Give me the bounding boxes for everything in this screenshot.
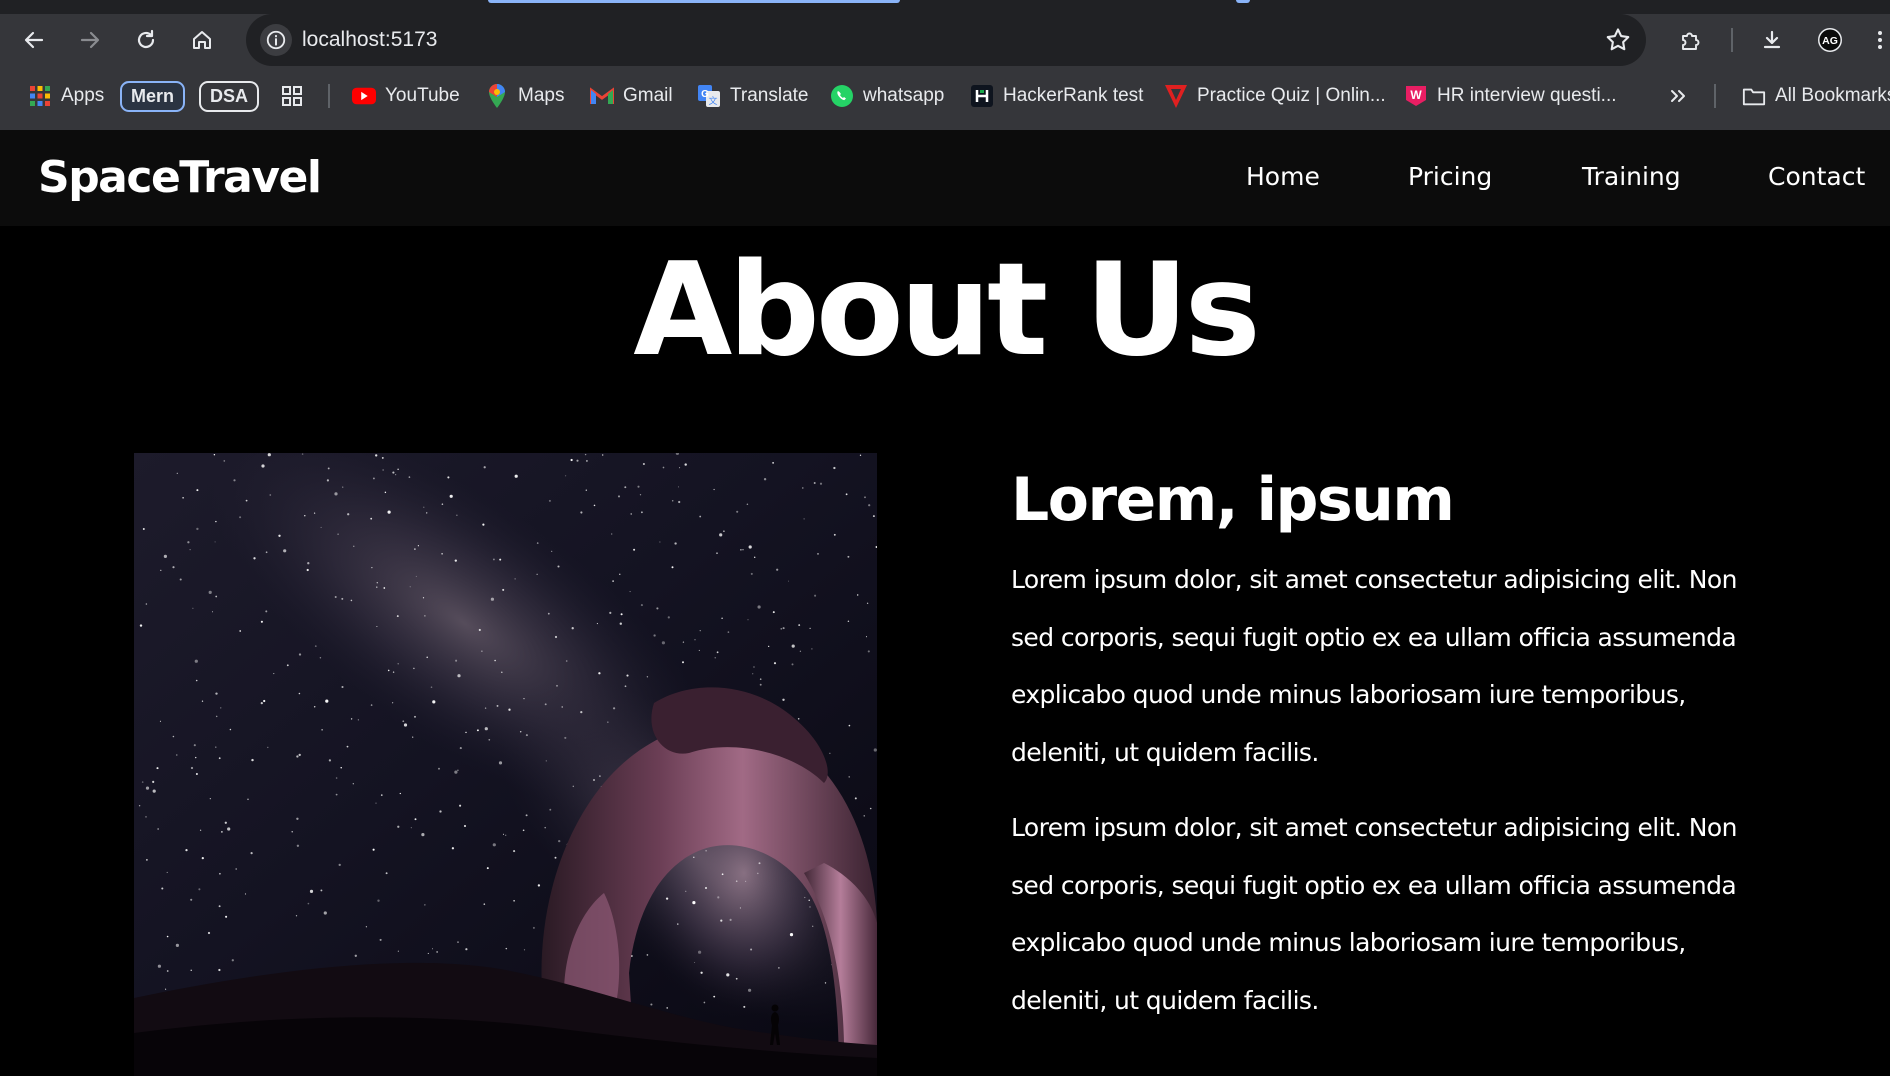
- bookmark-hackerrank[interactable]: HackerRank test: [970, 80, 1143, 112]
- bookmarks-overflow-button[interactable]: [1666, 80, 1690, 112]
- bookmark-practice-quiz[interactable]: Practice Quiz | Onlin...: [1164, 80, 1386, 112]
- puzzle-icon: [1682, 32, 1700, 50]
- reload-button[interactable]: [128, 22, 164, 58]
- url-text[interactable]: localhost:5173: [302, 28, 437, 52]
- download-icon: [1763, 30, 1781, 49]
- bookmark-label: whatsapp: [863, 85, 945, 106]
- about-text-column: Lorem, ipsum Lorem ipsum dolor, sit amet…: [1011, 465, 1771, 1047]
- translate-icon: G文: [697, 84, 721, 108]
- hackerrank-icon: [970, 84, 994, 108]
- star-icon: [1606, 28, 1630, 51]
- bookmark-apps[interactable]: Apps: [28, 80, 104, 112]
- maps-pin-icon: [485, 84, 509, 108]
- bookmark-hr-interview[interactable]: W HR interview questi...: [1404, 80, 1617, 112]
- nav-link-pricing[interactable]: Pricing: [1408, 162, 1492, 191]
- svg-text:文: 文: [708, 95, 717, 106]
- profile-button[interactable]: AG: [1812, 22, 1848, 58]
- tab-strip[interactable]: [0, 0, 1890, 14]
- toolbar-divider: [1731, 28, 1733, 52]
- folder-icon: [1742, 84, 1766, 108]
- bookmark-star-button[interactable]: [1604, 26, 1632, 58]
- bookmark-gmail[interactable]: Gmail: [590, 80, 673, 112]
- tab-indicator: [1236, 0, 1250, 3]
- browser-chrome: localhost:5173 AG Apps Mern DSA YouTube …: [0, 0, 1890, 130]
- bookmark-all-bookmarks[interactable]: All Bookmarks: [1742, 80, 1890, 112]
- bookmark-label: HR interview questi...: [1437, 85, 1617, 106]
- arrow-left-icon: [24, 31, 44, 49]
- whatsapp-icon: [830, 84, 854, 108]
- arrow-right-icon: [80, 31, 100, 49]
- bookmark-maps[interactable]: Maps: [485, 80, 564, 112]
- info-icon: [266, 30, 286, 50]
- hr-interview-icon: W: [1404, 84, 1428, 108]
- avatar: AG: [1818, 28, 1842, 52]
- bookmarks-bar: Apps Mern DSA YouTube Maps Gmail G 文 Tra…: [0, 74, 1890, 118]
- apps-grid-icon: [28, 84, 52, 108]
- bookmark-folder-dsa[interactable]: DSA: [199, 81, 260, 112]
- page-title: About Us: [633, 236, 1261, 385]
- home-button[interactable]: [184, 22, 220, 58]
- more-vertical-icon: [1878, 31, 1882, 49]
- bookmark-label: Translate: [730, 85, 809, 106]
- bookmark-label: Apps: [61, 85, 105, 106]
- bookmark-translate[interactable]: G文 Translate: [697, 80, 809, 112]
- active-tab-indicator: [488, 0, 900, 3]
- bookmark-grid[interactable]: [280, 80, 304, 112]
- site-logo[interactable]: SpaceTravel: [38, 152, 322, 203]
- browser-menu-button[interactable]: [1870, 22, 1890, 58]
- bookmark-whatsapp[interactable]: whatsapp: [830, 80, 944, 112]
- bookmark-label: Maps: [518, 85, 565, 106]
- svg-text:AG: AG: [1822, 35, 1838, 47]
- bookmark-divider: [1714, 84, 1716, 108]
- extensions-button[interactable]: [1672, 22, 1708, 58]
- section-heading: Lorem, ipsum: [1011, 465, 1455, 535]
- bookmark-divider: [328, 84, 330, 108]
- grid-icon: [280, 84, 304, 108]
- about-paragraph-2: Lorem ipsum dolor, sit amet consectetur …: [1011, 813, 1737, 1015]
- practice-quiz-icon: [1164, 84, 1188, 108]
- svg-text:W: W: [1410, 88, 1422, 102]
- nav-link-training[interactable]: Training: [1582, 162, 1681, 191]
- bookmark-label: HackerRank test: [1003, 85, 1144, 106]
- bookmark-label: Practice Quiz | Onlin...: [1197, 85, 1386, 106]
- bookmark-folder-mern[interactable]: Mern: [120, 81, 186, 112]
- about-image: [134, 453, 877, 1076]
- back-button[interactable]: [16, 22, 52, 58]
- nav-link-contact[interactable]: Contact: [1768, 162, 1865, 191]
- page-viewport: SpaceTravel Home Pricing Training Contac…: [0, 130, 1890, 1076]
- chevron-double-right-icon: [1666, 84, 1690, 108]
- youtube-icon: [352, 84, 376, 108]
- downloads-button[interactable]: [1754, 22, 1790, 58]
- nav-link-home[interactable]: Home: [1246, 162, 1320, 191]
- gmail-icon: [590, 84, 614, 108]
- bookmark-label: YouTube: [385, 85, 460, 106]
- home-icon: [193, 31, 211, 49]
- site-navbar: SpaceTravel Home Pricing Training Contac…: [0, 130, 1890, 226]
- browser-toolbar: localhost:5173 AG: [0, 14, 1890, 66]
- bookmark-youtube[interactable]: YouTube: [352, 80, 460, 112]
- address-bar[interactable]: localhost:5173: [246, 14, 1646, 66]
- site-info-button[interactable]: [260, 24, 292, 56]
- bookmark-label: Gmail: [623, 85, 673, 106]
- forward-button[interactable]: [72, 22, 108, 58]
- reload-icon: [137, 29, 155, 49]
- bookmark-label: All Bookmarks: [1775, 85, 1890, 106]
- about-paragraph-1: Lorem ipsum dolor, sit amet consectetur …: [1011, 565, 1737, 767]
